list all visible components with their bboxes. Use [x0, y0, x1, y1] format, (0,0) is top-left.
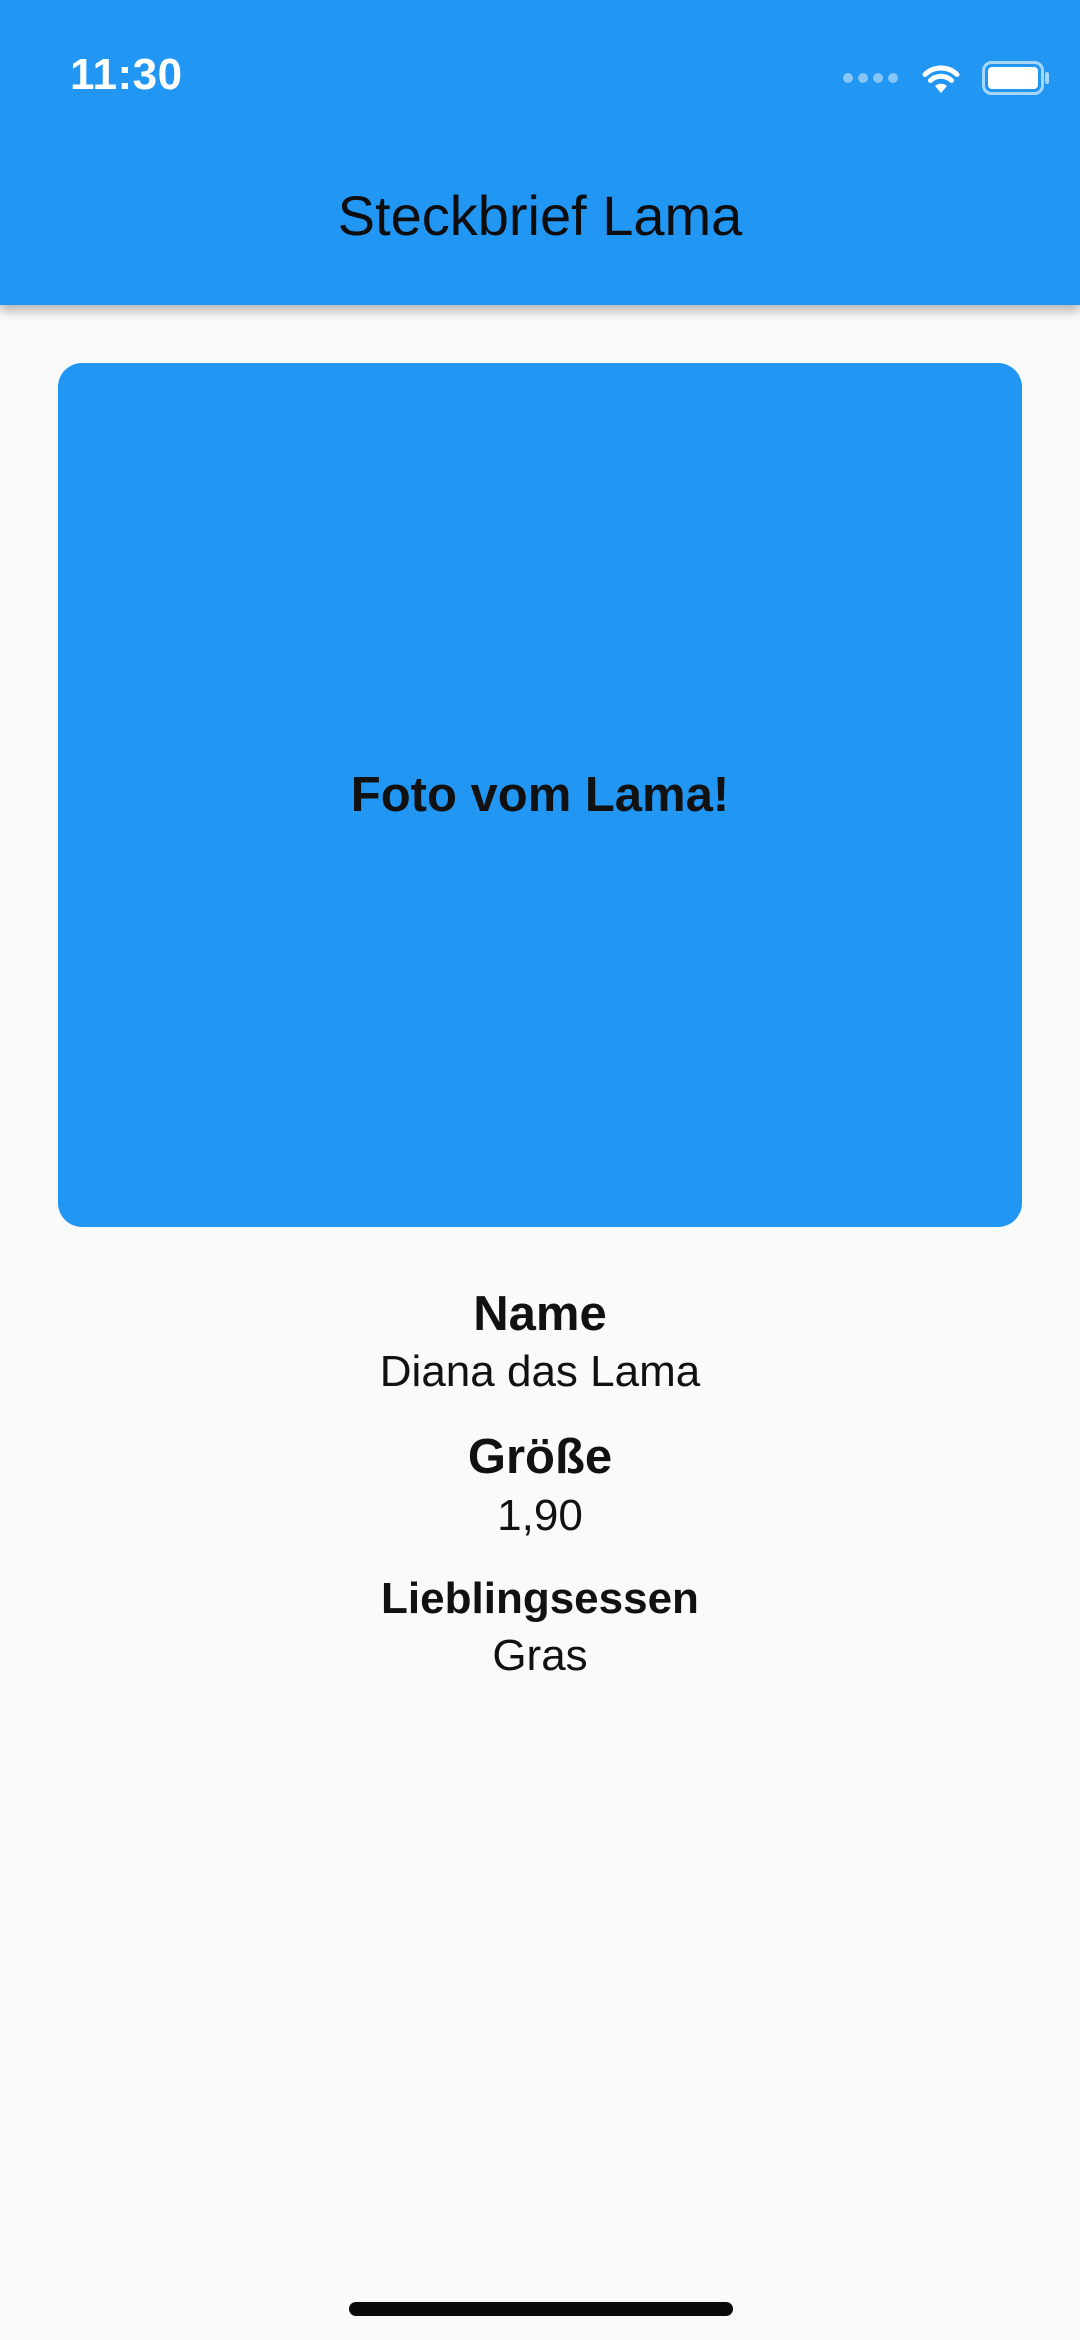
food-value: Gras [492, 1631, 588, 1680]
page-title: Steckbrief Lama [337, 184, 743, 247]
wifi-icon [922, 65, 960, 93]
lama-photo-placeholder: Foto vom Lama! [58, 363, 1022, 1227]
food-label: Lieblingsessen [381, 1574, 699, 1623]
size-label: Größe [467, 1430, 613, 1484]
status-time: 11:30 [70, 50, 183, 99]
app-bar: 11:30 Steckbrief Lama [0, 0, 1080, 305]
battery-icon [982, 61, 1050, 95]
home-indicator[interactable] [349, 2302, 733, 2316]
size-value: 1,90 [497, 1491, 583, 1540]
name-value: Diana das Lama [379, 1347, 701, 1396]
status-icons [843, 58, 1050, 98]
name-label: Name [473, 1287, 607, 1341]
cellular-signal-icon [843, 73, 898, 83]
photo-label: Foto vom Lama! [350, 768, 730, 822]
